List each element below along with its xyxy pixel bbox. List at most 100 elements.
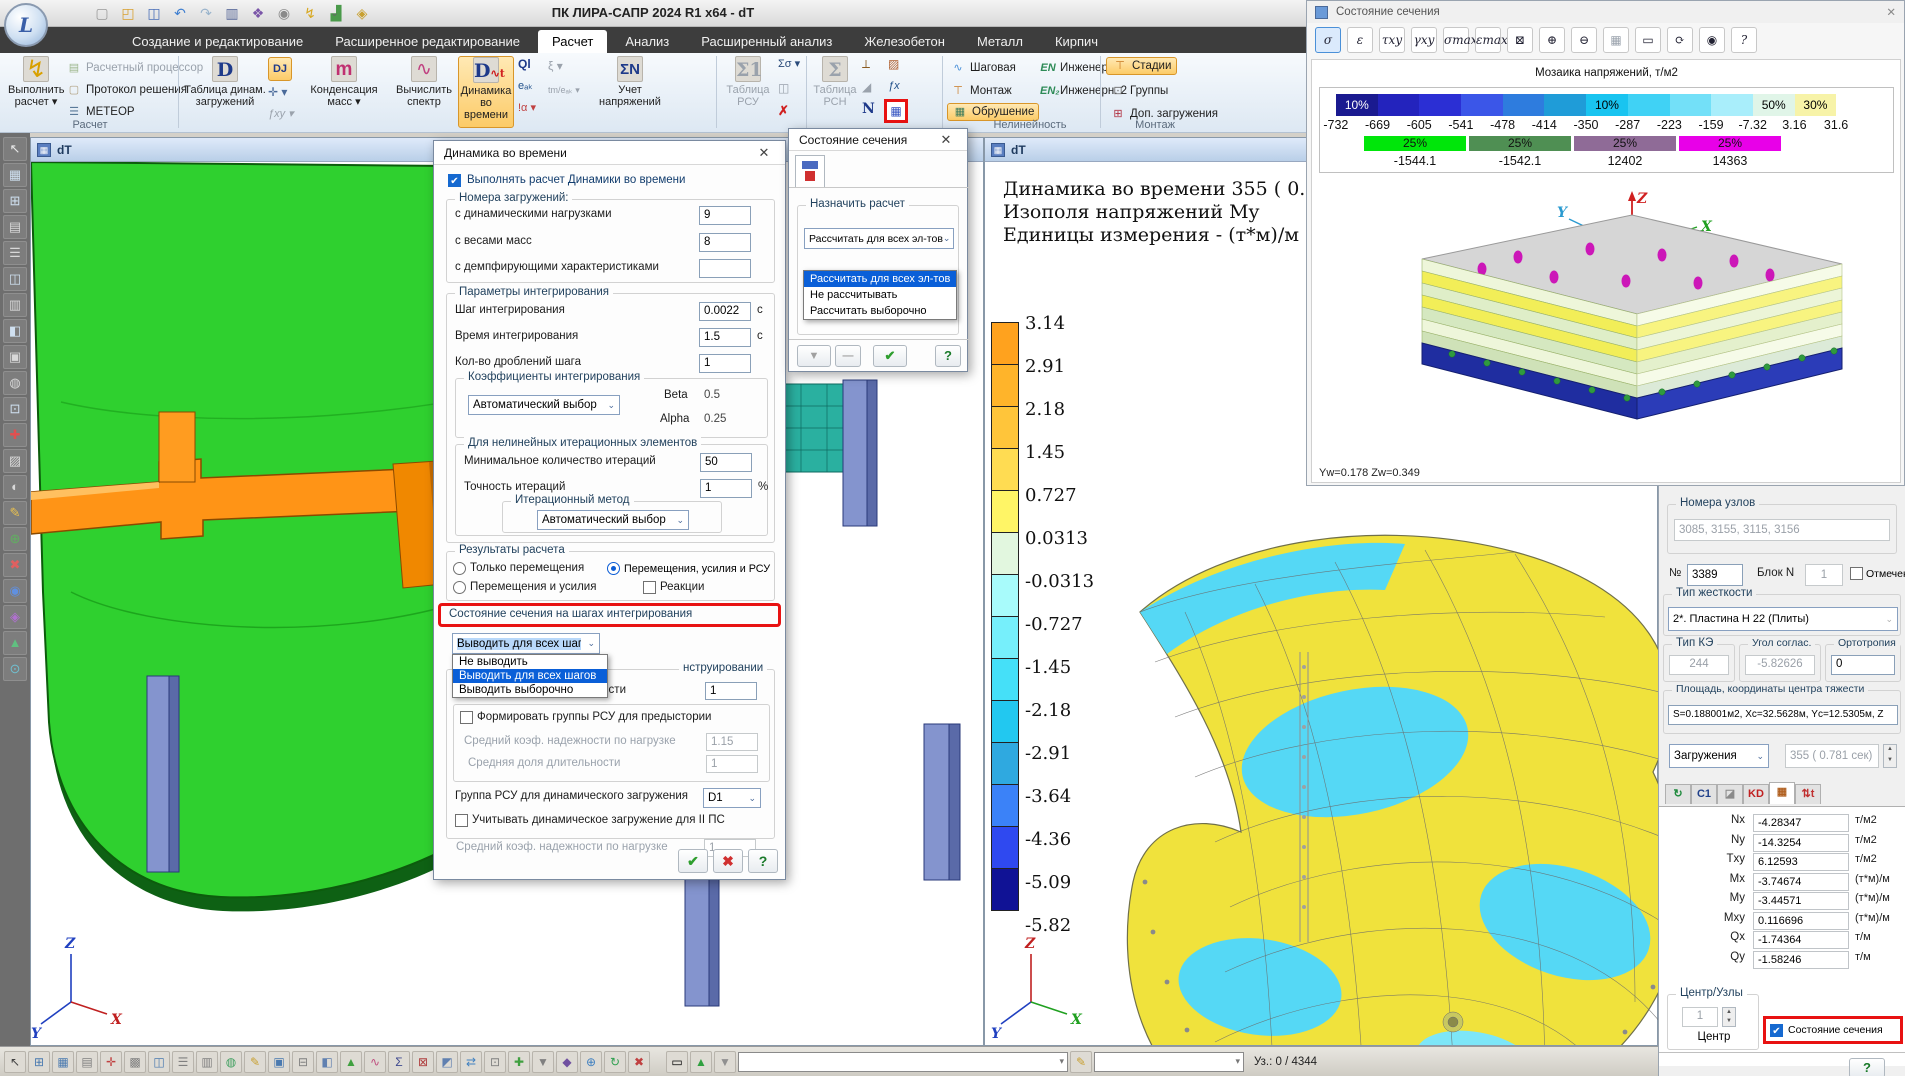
filter-combobox[interactable]: ▾ [1094,1052,1244,1072]
bottom-tool-icon[interactable]: ✎ [244,1051,266,1073]
hatch-icon[interactable]: ▨ [888,57,899,71]
ribbon-tab[interactable]: Создание и редактирование [118,30,317,53]
close-icon[interactable]: ✕ [1886,5,1896,19]
ribbon-tab[interactable]: Расширенное редактирование [321,30,534,53]
delete-rsu-icon[interactable]: ✗ [778,103,789,119]
loadcase-value-field[interactable]: 355 ( 0.781 сек) [1785,744,1879,768]
tool-icon[interactable]: ▦ [3,163,27,187]
remove-button[interactable]: — [835,345,861,367]
app-logo[interactable]: L [4,3,48,47]
mosaic-tab-icon[interactable]: ▦ [1769,782,1795,804]
disp-forces-rsu-radio[interactable] [607,562,620,575]
run-calculation-button[interactable]: ↯ Выполнить расчет ▾ [8,56,64,108]
rsn-table-button[interactable]: Σ ТаблицаРСН [812,56,858,108]
force-value[interactable]: -1.58246 [1753,951,1849,969]
sigma-s-icon[interactable]: Σσ ▾ [778,57,800,70]
bottom-tool-icon[interactable]: ◩ [436,1051,458,1073]
force-value[interactable]: -1.74364 [1753,931,1849,949]
fe-type-field[interactable]: 244 [1669,655,1729,675]
tool-icon[interactable]: ◐ [3,475,27,499]
montage-button[interactable]: ⊤ Монтаж [950,82,1012,100]
bottom-tool-icon[interactable]: ✛ [100,1051,122,1073]
force-value[interactable]: 0.116696 [1753,912,1849,930]
time-dynamics-button[interactable]: D∿t Динамикаво времени [458,56,514,128]
section-state-checkbox[interactable] [1770,1024,1783,1037]
bottom-tool-icon[interactable]: ⊟ [292,1051,314,1073]
section-3d-scene[interactable]: Z X Y [1327,179,1887,469]
alpha-icon[interactable]: !α ▾ [518,101,536,114]
filter-button[interactable]: ▼ [797,345,831,367]
section-state-tab[interactable] [795,155,825,187]
bottom-tool-icon[interactable]: ▦ [52,1051,74,1073]
tool-icon[interactable]: ◍ [3,371,27,395]
dropdown-option[interactable]: Не рассчитывать [804,287,956,303]
wand-icon[interactable]: ✎ [1070,1051,1092,1073]
dialog-titlebar[interactable]: Динамика во времени ✕ [434,141,785,165]
ribbon-tab[interactable]: Железобетон [850,30,959,53]
bottom-tool-icon[interactable]: ∿ [364,1051,386,1073]
dropdown-option[interactable]: Рассчитать для всех эл-тов [804,271,956,287]
tool-icon[interactable]: ◈ [3,605,27,629]
dynamic-load-ii-checkbox[interactable] [455,814,468,827]
zoom-cancel-button[interactable]: ⊠ [1507,27,1533,53]
bottom-tool-icon[interactable]: ◍ [220,1051,242,1073]
loadcase-spinner[interactable]: ▲▼ [1883,744,1897,768]
close-icon[interactable]: ✕ [935,132,957,148]
element-number-field[interactable]: 3389 [1687,564,1743,586]
damping-field[interactable] [699,259,751,278]
angle-field[interactable]: -5.82626 [1745,655,1815,675]
bottom-tool-icon[interactable]: ⊡ [484,1051,506,1073]
avg-load-factor-field[interactable]: 1.15 [706,733,758,751]
tm-eak-icon[interactable]: tm/eₐₖ ▾ [548,85,580,96]
gamma-xy-button[interactable]: γxy [1411,27,1437,53]
reactions-checkbox[interactable] [643,581,656,594]
xi-icon[interactable]: ξ ▾ [548,59,563,73]
avg-duration-field[interactable]: 1 [706,755,758,773]
responsibility-field[interactable]: 1 [705,682,757,700]
ruler-button[interactable]: ▭ [1635,27,1661,53]
camera-button[interactable]: ◉ [1699,27,1725,53]
marked-checkbox[interactable] [1850,567,1863,580]
step-field[interactable]: 0.0022 [699,302,751,321]
kd-tab-icon[interactable]: KD [1743,784,1769,804]
bottom-tool-icon[interactable]: ◆ [556,1051,578,1073]
mosaic-button[interactable]: ▦ [1603,27,1629,53]
tool-icon[interactable]: ✖ [3,553,27,577]
dialog-titlebar[interactable]: Состояние сечения ✕ [789,129,967,151]
zoom-in-button[interactable]: ⊕ [1539,27,1565,53]
n-forces-icon[interactable]: N [862,101,875,117]
force-value[interactable]: -14.3254 [1753,834,1849,852]
add-mass-icon[interactable]: ✛ ▾ [268,85,287,99]
bottom-tool-icon[interactable]: ✖ [628,1051,650,1073]
tool-icon[interactable]: ⊞ [3,189,27,213]
groups-button[interactable]: ⊡ Группы [1110,82,1168,100]
tool-icon[interactable]: ◫ [3,267,27,291]
tool-icon[interactable]: ▤ [3,215,27,239]
bottom-tool-icon[interactable]: ⇄ [460,1051,482,1073]
tool-icon[interactable]: ▲ [3,631,27,655]
tool-icon[interactable]: ⊕ [3,527,27,551]
bottom-tool-icon[interactable]: ▥ [196,1051,218,1073]
close-icon[interactable]: ✕ [753,145,775,161]
force-value[interactable]: -3.44571 [1753,892,1849,910]
mass-condensation-button[interactable]: m Конденсациямасс ▾ [300,56,388,108]
min-iterations-field[interactable]: 50 [700,453,752,472]
cancel-button[interactable]: ✖ [713,849,743,873]
coef-method-combobox[interactable]: Автоматический выбор⌄ [468,395,620,415]
bottom-tool-icon[interactable]: ✚ [508,1051,530,1073]
bottom-tool-icon[interactable]: Σ [388,1051,410,1073]
dropdown-option[interactable]: Выводить для всех шагов [453,669,607,683]
ribbon-tab[interactable]: Анализ [611,30,683,53]
tool-icon[interactable]: ☰ [3,241,27,265]
center-spinner[interactable]: ▲▼ [1722,1007,1736,1027]
section-state-ribbon-button[interactable]: ▦ [884,99,908,123]
stress-account-button[interactable]: ΣN Учетнапряжений [592,56,668,108]
ql-icon[interactable]: Ql [518,57,531,71]
substeps-field[interactable]: 1 [699,354,751,373]
ribbon-tab[interactable]: Расширенный анализ [687,30,846,53]
dropdown-option[interactable]: Рассчитать выборочно [804,303,956,319]
output-mode-combobox[interactable]: Выводить для всех шагов⌄ [452,633,600,654]
tool-icon[interactable]: ↖ [3,137,27,161]
compute-spectrum-button[interactable]: ∿ Вычислитьспектр [392,56,456,108]
ok-button[interactable]: ✔ [678,849,708,873]
